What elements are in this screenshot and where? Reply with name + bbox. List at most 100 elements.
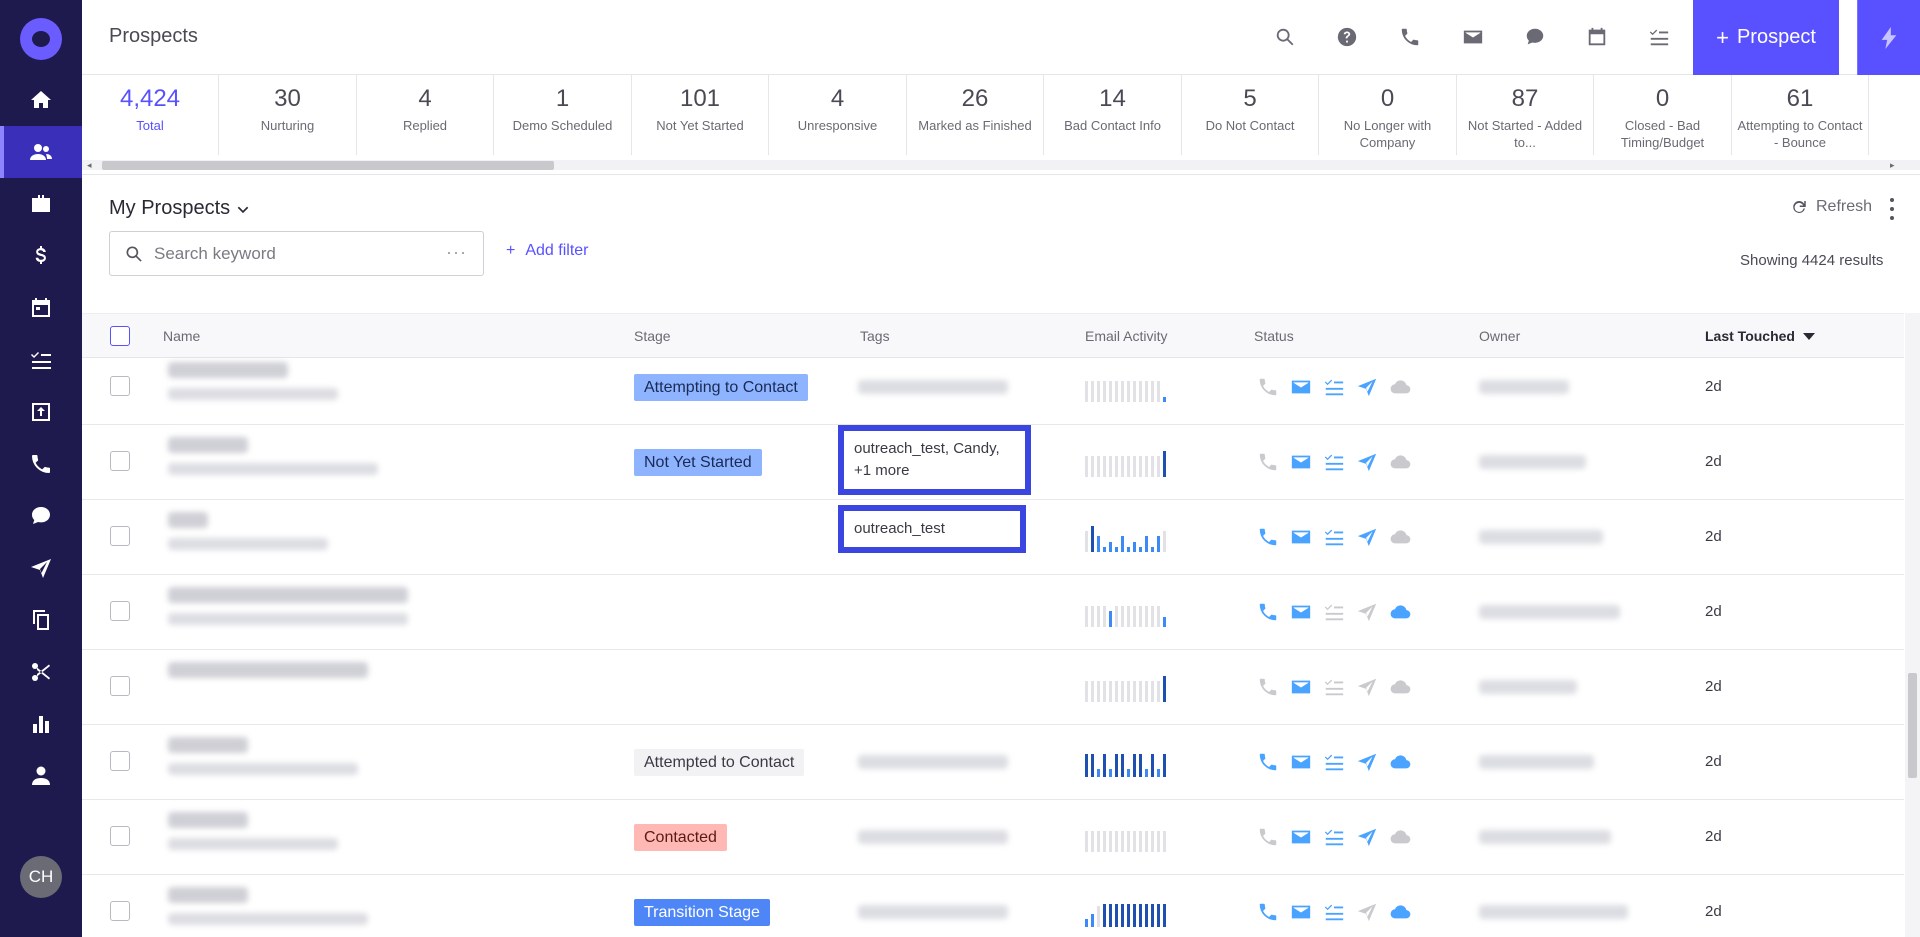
column-last-touched[interactable]: Last Touched	[1705, 328, 1815, 344]
tasks-icon[interactable]	[1323, 901, 1345, 923]
tasks-icon[interactable]	[1323, 526, 1345, 548]
column-email-activity[interactable]: Email Activity	[1085, 328, 1167, 344]
help-icon[interactable]	[1332, 22, 1362, 52]
phone-icon[interactable]	[1257, 826, 1279, 848]
column-tags[interactable]: Tags	[860, 328, 890, 344]
chat-icon[interactable]	[1520, 22, 1550, 52]
table-row[interactable]: Contacted 2d	[82, 800, 1904, 875]
opportunities-dollar-icon[interactable]	[0, 230, 82, 282]
calendar-icon[interactable]	[0, 282, 82, 334]
send-icon[interactable]	[1356, 451, 1378, 473]
cloud-icon[interactable]	[1389, 676, 1411, 698]
table-row[interactable]: 2d	[82, 650, 1904, 725]
column-owner[interactable]: Owner	[1479, 328, 1520, 344]
cloud-icon[interactable]	[1389, 601, 1411, 623]
mail-icon[interactable]	[1290, 526, 1312, 548]
row-checkbox[interactable]	[110, 826, 130, 846]
stage-card[interactable]: 61 Attempting to Contact - Bounce	[1732, 75, 1869, 155]
stage-card[interactable]: 0 Closed - Bad Timing/Budget	[1595, 75, 1732, 155]
send-icon[interactable]	[1356, 901, 1378, 923]
stage-card[interactable]: 4 Replied	[357, 75, 494, 155]
send-icon[interactable]	[1356, 526, 1378, 548]
phone-icon[interactable]	[1257, 451, 1279, 473]
tags-cell[interactable]: outreach_test, Candy, +1 more	[838, 425, 1031, 495]
cloud-icon[interactable]	[1389, 751, 1411, 773]
prospect-name-redacted[interactable]	[160, 808, 430, 866]
search-input[interactable]	[154, 243, 444, 264]
chat-icon[interactable]	[0, 490, 82, 542]
home-icon[interactable]	[0, 74, 82, 126]
prospect-name-redacted[interactable]	[160, 658, 430, 716]
stage-card[interactable]: 14 Bad Contact Info	[1045, 75, 1182, 155]
send-icon[interactable]	[1356, 751, 1378, 773]
profile-person-icon[interactable]	[0, 750, 82, 802]
tasks-icon[interactable]	[1323, 376, 1345, 398]
cloud-icon[interactable]	[1389, 526, 1411, 548]
refresh-button[interactable]: Refresh	[1790, 198, 1872, 216]
mail-icon[interactable]	[1290, 376, 1312, 398]
send-icon[interactable]	[1356, 826, 1378, 848]
stage-badge[interactable]: Attempted to Contact	[634, 749, 805, 776]
mail-icon[interactable]	[1290, 601, 1312, 623]
accounts-icon[interactable]	[0, 178, 82, 230]
tasks-icon[interactable]	[1644, 22, 1674, 52]
row-checkbox[interactable]	[110, 601, 130, 621]
search-icon[interactable]	[1270, 22, 1300, 52]
horizontal-scrollbar[interactable]: ◂ ▸	[82, 160, 1920, 170]
calendar-icon[interactable]	[1582, 22, 1612, 52]
send-icon[interactable]	[1356, 376, 1378, 398]
stage-card[interactable]: 1 Demo Scheduled	[495, 75, 632, 155]
snippets-scissors-icon[interactable]	[0, 646, 82, 698]
scroll-right-icon[interactable]: ▸	[1890, 160, 1895, 171]
row-checkbox[interactable]	[110, 451, 130, 471]
phone-icon[interactable]	[1257, 376, 1279, 398]
table-row[interactable]: Attempting to Contact 2d	[82, 350, 1904, 425]
list-view-selector[interactable]: My Prospects	[109, 197, 250, 220]
scrollbar-thumb[interactable]	[102, 161, 554, 170]
reports-chart-icon[interactable]	[0, 698, 82, 750]
add-filter-button[interactable]: + Add filter	[506, 242, 588, 260]
stage-card[interactable]: 30 Nurturing	[220, 75, 357, 155]
stage-card[interactable]: 5 Do Not Contact	[1182, 75, 1319, 155]
column-stage[interactable]: Stage	[634, 328, 671, 344]
phone-icon[interactable]	[1257, 751, 1279, 773]
row-checkbox[interactable]	[110, 526, 130, 546]
phone-icon[interactable]	[1257, 526, 1279, 548]
prospect-name-redacted[interactable]	[160, 358, 430, 416]
stage-card[interactable]: 26 Marked as Finished	[907, 75, 1044, 155]
phone-icon[interactable]	[1257, 901, 1279, 923]
add-prospect-button[interactable]: + Prospect	[1693, 0, 1839, 75]
more-options-icon[interactable]: ···	[446, 242, 467, 263]
sequences-send-icon[interactable]	[0, 542, 82, 594]
cloud-icon[interactable]	[1389, 376, 1411, 398]
stage-card[interactable]: 4 Unresponsive	[770, 75, 907, 155]
prospect-name-redacted[interactable]	[160, 508, 430, 566]
row-checkbox[interactable]	[110, 376, 130, 396]
stage-card[interactable]: 4,424 Total	[82, 75, 219, 155]
stage-badge[interactable]: Transition Stage	[634, 899, 770, 926]
user-avatar[interactable]: CH	[20, 856, 62, 898]
cloud-icon[interactable]	[1389, 451, 1411, 473]
tasks-icon[interactable]	[0, 334, 82, 386]
stage-card[interactable]: 87 Not Started - Added to...	[1457, 75, 1594, 155]
phone-icon[interactable]	[1257, 601, 1279, 623]
send-icon[interactable]	[1356, 676, 1378, 698]
scroll-left-icon[interactable]: ◂	[87, 160, 92, 171]
row-checkbox[interactable]	[110, 751, 130, 771]
tasks-icon[interactable]	[1323, 601, 1345, 623]
upload-icon[interactable]	[0, 386, 82, 438]
row-checkbox[interactable]	[110, 901, 130, 921]
phone-icon[interactable]	[1257, 676, 1279, 698]
calls-phone-icon[interactable]	[0, 438, 82, 490]
cloud-icon[interactable]	[1389, 826, 1411, 848]
mail-icon[interactable]	[1290, 451, 1312, 473]
row-checkbox[interactable]	[110, 676, 130, 696]
column-name[interactable]: Name	[163, 328, 200, 344]
send-icon[interactable]	[1356, 601, 1378, 623]
select-all-checkbox[interactable]	[110, 326, 130, 346]
mail-icon[interactable]	[1290, 751, 1312, 773]
quick-actions-bolt-icon[interactable]	[1857, 0, 1920, 75]
tags-cell[interactable]: outreach_test	[838, 505, 1026, 553]
table-row[interactable]: 2d	[82, 575, 1904, 650]
stage-badge[interactable]: Not Yet Started	[634, 449, 762, 476]
